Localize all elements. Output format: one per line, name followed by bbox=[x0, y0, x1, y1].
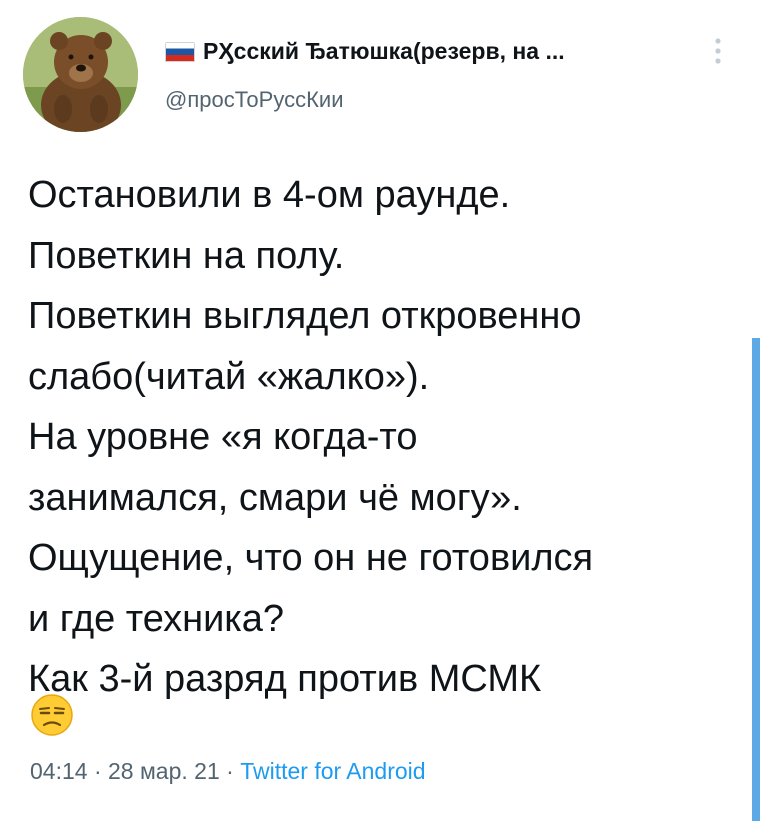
author-name-text: РӼсский Ђатюшка(резерв, на ... bbox=[203, 38, 565, 64]
vertical-more-icon bbox=[715, 38, 721, 64]
tweet-text-line: Остановили в 4-ом раунде. bbox=[28, 174, 511, 216]
tweet-time[interactable]: 04:14 bbox=[30, 758, 88, 784]
more-options-button[interactable] bbox=[705, 36, 731, 66]
scroll-indicator[interactable] bbox=[752, 338, 760, 821]
tweet-text-line: Поветкин на полу. bbox=[28, 234, 345, 277]
tweet-text-line: занимался, смари чё могу». bbox=[28, 476, 522, 519]
tweet: РӼсский Ђатюшка(резерв, на ... @просТоРу… bbox=[0, 0, 760, 821]
meta-separator: · bbox=[93, 758, 102, 784]
tweet-text-line: и где техника? bbox=[28, 597, 285, 640]
tweet-source-link[interactable]: Twitter for Android bbox=[240, 758, 425, 784]
tweet-text-line: На уровне «я когда-то bbox=[28, 416, 418, 458]
russian-flag-icon bbox=[165, 41, 195, 62]
tweet-date[interactable]: 28 мар. 21 bbox=[108, 758, 220, 784]
tweet-text: Остановили в 4-ом раунде. Поветкин на по… bbox=[28, 165, 748, 710]
meta-separator: · bbox=[226, 758, 234, 784]
tweet-text-line: слабо(читай «жалко»). bbox=[28, 355, 430, 398]
tweet-text-line: Поветкин выглядел откровенно bbox=[28, 295, 582, 337]
tweet-metadata: 04:14 · 28 мар. 21 · Twitter for Android bbox=[30, 758, 426, 785]
unamused-face-emoji bbox=[30, 693, 74, 737]
tweet-text-line: Ощущение, что он не готовился bbox=[28, 537, 594, 579]
bear-avatar[interactable] bbox=[23, 17, 138, 132]
author-handle[interactable]: @просТоРуссКии bbox=[165, 87, 344, 113]
tweet-text-line: Как 3-й разряд против МСМК bbox=[28, 658, 542, 700]
author-display-name[interactable]: РӼсский Ђатюшка(резерв, на ... bbox=[165, 38, 565, 65]
